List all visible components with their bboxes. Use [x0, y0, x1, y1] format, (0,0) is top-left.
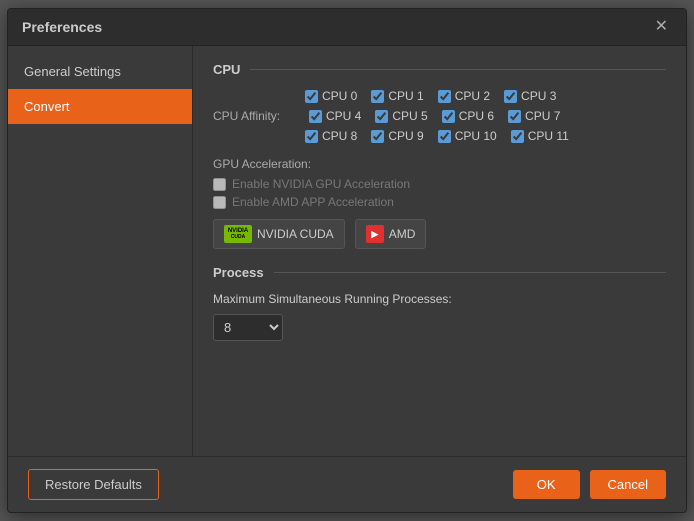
- sidebar-item-convert[interactable]: Convert: [8, 89, 192, 124]
- amd-button-label: AMD: [389, 227, 416, 241]
- ok-button[interactable]: OK: [513, 470, 580, 499]
- amd-logo-icon: ▶: [366, 225, 384, 243]
- process-section-header: Process: [213, 265, 666, 280]
- process-desc: Maximum Simultaneous Running Processes:: [213, 292, 666, 306]
- cpu-check-6[interactable]: CPU 6: [442, 109, 494, 123]
- sidebar-item-general[interactable]: General Settings: [8, 54, 192, 89]
- cpu-grid: CPU 0 CPU 1 CPU 2 CPU 3 CPU Affinity: CP…: [213, 89, 666, 143]
- nvidia-checkbox[interactable]: [213, 178, 226, 191]
- cpu-check-group-0: CPU 0 CPU 1 CPU 2 CPU 3: [305, 89, 556, 103]
- cpu-affinity-label: CPU Affinity:: [213, 109, 293, 123]
- process-section: Process Maximum Simultaneous Running Pro…: [213, 265, 666, 341]
- cpu-check-1[interactable]: CPU 1: [371, 89, 423, 103]
- cpu-check-group-1: CPU 4 CPU 5 CPU 6 CPU 7: [309, 109, 560, 123]
- footer-right-buttons: OK Cancel: [513, 470, 666, 499]
- preferences-dialog: Preferences ✕ General Settings Convert C…: [7, 8, 687, 513]
- process-section-line: [274, 272, 666, 273]
- cpu-check-group-2: CPU 8 CPU 9 CPU 10 CPU 11: [305, 129, 569, 143]
- cpu-check-10[interactable]: CPU 10: [438, 129, 497, 143]
- dialog-footer: Restore Defaults OK Cancel: [8, 456, 686, 512]
- cpu-check-2[interactable]: CPU 2: [438, 89, 490, 103]
- cpu-check-9[interactable]: CPU 9: [371, 129, 423, 143]
- nvidia-option: Enable NVIDIA GPU Acceleration: [213, 177, 666, 191]
- cpu-section-title: CPU: [213, 62, 240, 77]
- nvidia-label: Enable NVIDIA GPU Acceleration: [232, 177, 410, 191]
- amd-option: Enable AMD APP Acceleration: [213, 195, 666, 209]
- cpu-check-3[interactable]: CPU 3: [504, 89, 556, 103]
- close-button[interactable]: ✕: [651, 17, 672, 37]
- main-content: CPU CPU 0 CPU 1 CPU 2 CPU 3 CPU Affinity: [193, 46, 686, 456]
- process-section-title: Process: [213, 265, 264, 280]
- sidebar: General Settings Convert: [8, 46, 193, 456]
- cpu-row-3: CPU 8 CPU 9 CPU 10 CPU 11: [213, 129, 666, 143]
- dialog-title: Preferences: [22, 19, 102, 35]
- cpu-check-4[interactable]: CPU 4: [309, 109, 361, 123]
- gpu-acceleration-label: GPU Acceleration:: [213, 157, 666, 171]
- cpu-row-1: CPU 0 CPU 1 CPU 2 CPU 3: [213, 89, 666, 103]
- cpu-row-2: CPU Affinity: CPU 4 CPU 5 CPU 6 CPU 7: [213, 109, 666, 123]
- nvidia-button[interactable]: NVIDIA CUDA NVIDIA CUDA: [213, 219, 345, 249]
- cpu-check-7[interactable]: CPU 7: [508, 109, 560, 123]
- gpu-buttons: NVIDIA CUDA NVIDIA CUDA ▶ AMD: [213, 219, 666, 249]
- process-count-select[interactable]: 1 2 4 6 8 12 16: [213, 314, 283, 341]
- cpu-check-11[interactable]: CPU 11: [511, 129, 569, 143]
- restore-defaults-button[interactable]: Restore Defaults: [28, 469, 159, 500]
- amd-button[interactable]: ▶ AMD: [355, 219, 427, 249]
- cpu-section-line: [250, 69, 666, 70]
- title-bar: Preferences ✕: [8, 9, 686, 46]
- cpu-check-8[interactable]: CPU 8: [305, 129, 357, 143]
- cpu-check-5[interactable]: CPU 5: [375, 109, 427, 123]
- amd-label: Enable AMD APP Acceleration: [232, 195, 394, 209]
- cpu-section-header: CPU: [213, 62, 666, 77]
- dialog-body: General Settings Convert CPU CPU 0 CPU 1: [8, 46, 686, 456]
- amd-checkbox[interactable]: [213, 196, 226, 209]
- cancel-button[interactable]: Cancel: [590, 470, 666, 499]
- nvidia-logo-icon: NVIDIA CUDA: [224, 225, 252, 243]
- gpu-section: GPU Acceleration: Enable NVIDIA GPU Acce…: [213, 157, 666, 249]
- cpu-check-0[interactable]: CPU 0: [305, 89, 357, 103]
